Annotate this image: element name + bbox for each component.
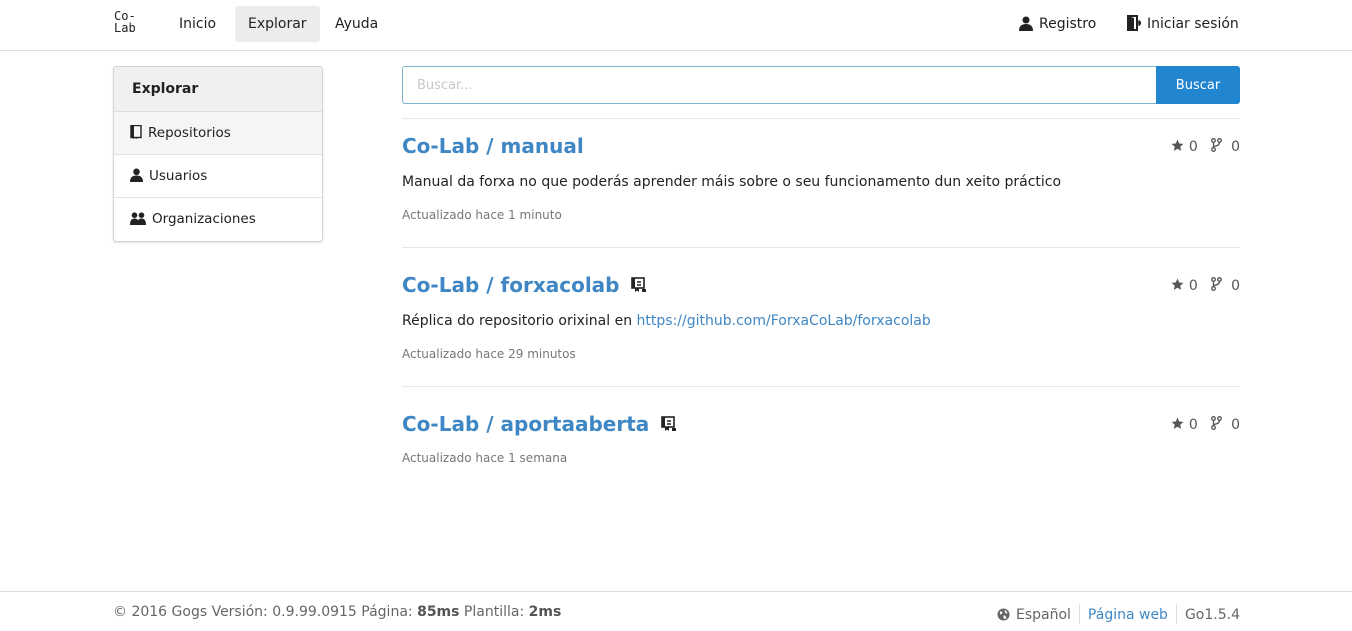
repo-separator: / (479, 273, 501, 297)
footer-version-info: © 2016 Gogs Versión: 0.9.99.0915 Página:… (113, 604, 561, 620)
footer-template-time: 2ms (528, 604, 562, 620)
website-link[interactable]: Página web (1088, 607, 1168, 623)
mirror-icon (631, 277, 647, 292)
repo-separator: / (479, 134, 501, 158)
register-link[interactable]: Registro (1019, 6, 1096, 42)
language-selector[interactable]: Español (997, 607, 1071, 623)
nav-explorar[interactable]: Explorar (235, 6, 320, 42)
sidebar-item-repositorios[interactable]: Repositorios (114, 112, 322, 155)
sidebar-title: Explorar (114, 67, 322, 112)
footer-copyright: © 2016 Gogs Versión: 0.9.99.0915 Página: (113, 604, 418, 620)
footer-template-label: Plantilla: (459, 604, 529, 620)
star-icon (1171, 417, 1184, 429)
mirror-icon (661, 416, 677, 431)
repo-title-link[interactable]: Co-Lab / aportaaberta (402, 412, 677, 436)
sidebar-item-organizaciones[interactable]: Organizaciones (114, 198, 322, 241)
sign-in-icon (1127, 15, 1143, 31)
repo-list: Co-Lab / manual 0 0 Manual da forxa no q… (402, 118, 1240, 487)
repo-name: aportaaberta (500, 412, 650, 436)
repo-owner: Co-Lab (402, 412, 480, 436)
globe-icon (997, 608, 1010, 621)
repo-updated: Actualizado hace 1 semana (402, 451, 568, 465)
repo-icon (130, 124, 142, 139)
logo-line2: Lab (114, 21, 136, 35)
logo[interactable]: Co- Lab (114, 10, 144, 40)
fork-count: 0 (1231, 139, 1240, 155)
repo-item: Co-Lab / forxacolab 0 0 Réplica do repos… (402, 248, 1240, 387)
repo-name: manual (500, 134, 584, 158)
fork-icon (1211, 138, 1223, 152)
explore-sidebar: Explorar Repositorios Usuarios Organizac… (113, 66, 323, 242)
repo-owner: Co-Lab (402, 273, 480, 297)
register-label: Registro (1039, 16, 1097, 32)
repo-separator: / (479, 412, 501, 436)
repo-updated: Actualizado hace 1 minuto (402, 208, 562, 222)
repo-description-text: Réplica do repositorio orixinal en (402, 313, 637, 329)
sidebar-item-label: Organizaciones (152, 211, 256, 227)
repo-title-link[interactable]: Co-Lab / manual (402, 134, 584, 158)
repo-updated: Actualizado hace 29 minutos (402, 347, 576, 361)
footer: © 2016 Gogs Versión: 0.9.99.0915 Página:… (0, 591, 1352, 631)
star-count: 0 (1188, 139, 1198, 155)
person-icon (130, 168, 143, 182)
star-icon (1171, 278, 1184, 290)
search-button[interactable]: Buscar (1156, 66, 1240, 104)
nav-inicio[interactable]: Inicio (166, 6, 229, 42)
person-icon (1019, 16, 1033, 31)
go-version: Go1.5.4 (1184, 607, 1240, 623)
repo-description-link[interactable]: https://github.com/ForxaCoLab/forxacolab (637, 313, 931, 329)
repo-item: Co-Lab / manual 0 0 Manual da forxa no q… (402, 119, 1240, 248)
language-label: Español (1015, 607, 1071, 623)
footer-page-time: 85ms (417, 604, 460, 620)
repo-description: Réplica do repositorio orixinal en https… (402, 313, 931, 329)
login-link[interactable]: Iniciar sesión (1127, 6, 1239, 42)
fork-icon (1211, 277, 1223, 291)
sidebar-item-label: Repositorios (148, 125, 231, 141)
repo-stats: 0 0 (1171, 138, 1240, 155)
star-count: 0 (1188, 278, 1198, 294)
sidebar-item-label: Usuarios (149, 168, 208, 184)
repo-name: forxacolab (500, 273, 620, 297)
search-input[interactable] (402, 66, 1157, 104)
footer-divider (1078, 604, 1080, 624)
repo-stats: 0 0 (1171, 277, 1240, 294)
repo-stats: 0 0 (1171, 416, 1240, 433)
nav-ayuda[interactable]: Ayuda (322, 6, 391, 42)
repo-owner: Co-Lab (402, 134, 480, 158)
star-icon (1171, 139, 1184, 151)
repo-item: Co-Lab / aportaaberta 0 0 Actualizado ha… (402, 387, 1240, 487)
repo-description: Manual da forxa no que poderás aprender … (402, 174, 1062, 190)
footer-divider (1175, 604, 1177, 624)
login-label: Iniciar sesión (1147, 16, 1239, 32)
fork-count: 0 (1231, 278, 1240, 294)
fork-count: 0 (1231, 417, 1240, 433)
footer-links: Español Página web Go1.5.4 (997, 604, 1240, 624)
fork-icon (1211, 416, 1223, 430)
repo-title-link[interactable]: Co-Lab / forxacolab (402, 273, 647, 297)
top-navbar: Co- Lab Inicio Explorar Ayuda Registro I… (0, 0, 1352, 51)
sidebar-item-usuarios[interactable]: Usuarios (114, 155, 322, 198)
star-count: 0 (1188, 417, 1198, 433)
organization-icon (130, 212, 146, 225)
